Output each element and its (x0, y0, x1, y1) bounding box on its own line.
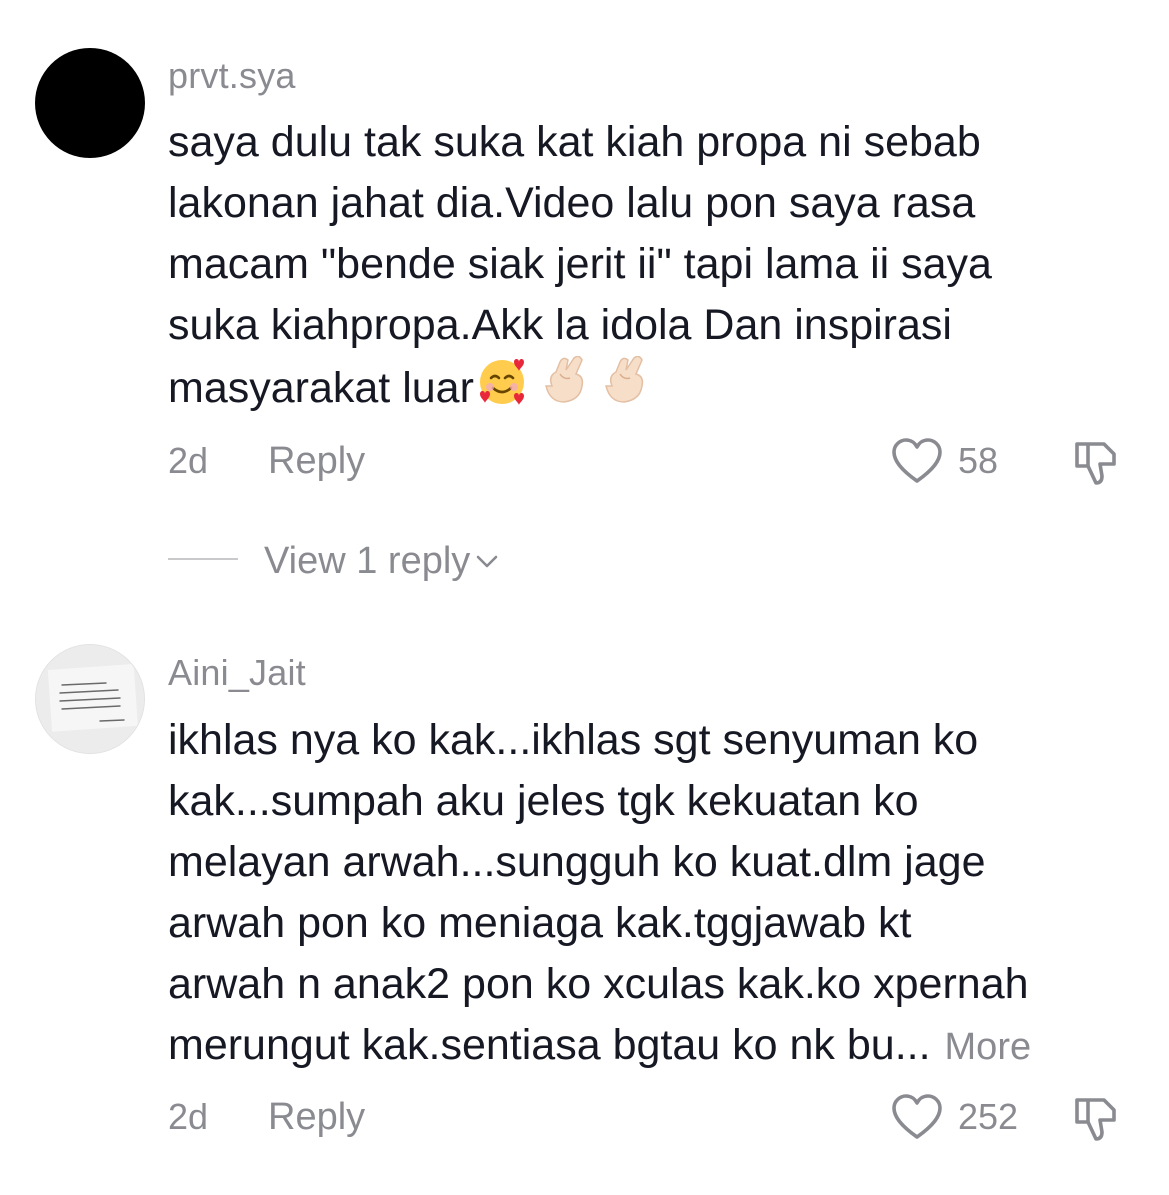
comment-line: lakonan jahat dia.Video lalu pon saya ra… (168, 179, 976, 227)
heart-icon[interactable] (890, 436, 944, 491)
comment-line-last: merungut kak.sentiasa bgtau ko nk bu... M… (168, 1015, 1128, 1078)
comment-text: ikhlas nya ko kak...ikhlas sgt senyuman … (168, 710, 1128, 1078)
comment-username[interactable]: prvt.sya (168, 55, 296, 97)
hand-with-index-finger-and-thumb-crossed-emoji (602, 355, 648, 425)
comment-line: suka kiahpropa.Akk la idola Dan inspiras… (168, 301, 952, 349)
like-count: 58 (958, 440, 999, 481)
comment-line: merungut kak.sentiasa bgtau ko nk bu (168, 1021, 895, 1069)
comment-1: prvt.sya saya dulu tak suka kat kiah pro… (0, 0, 1169, 600)
comment-line: masyarakat luar (168, 364, 474, 412)
reply-button[interactable]: Reply (268, 1096, 365, 1139)
view-replies-text: View 1 reply (264, 540, 471, 582)
comment-line: saya dulu tak suka kat kiah propa ni seb… (168, 118, 981, 166)
thumbs-down-icon[interactable] (1070, 436, 1124, 495)
smiling-face-with-hearts-emoji (476, 356, 528, 425)
comment-line: arwah n anak2 pon ko xculas kak.ko xpern… (168, 960, 1029, 1008)
divider-line (168, 558, 238, 560)
view-replies-label[interactable]: View 1 reply (264, 536, 498, 583)
thumbs-down-icon[interactable] (1070, 1092, 1124, 1151)
comment-line: arwah pon ko meniaga kak.tggjawab kt (168, 899, 912, 947)
comment-line: melayan arwah...sungguh ko kuat.dlm jage (168, 838, 986, 886)
comment-line: macam "bende siak jerit ii" tapi lama ii… (168, 240, 992, 288)
heart-icon[interactable] (890, 1092, 944, 1147)
comment-actions: 2d Reply 58 (168, 436, 1128, 486)
comment-username[interactable]: Aini_Jait (168, 652, 306, 694)
avatar[interactable] (35, 48, 145, 158)
comment-line: ikhlas nya ko kak...ikhlas sgt senyuman … (168, 716, 979, 764)
avatar[interactable] (35, 644, 145, 754)
chevron-down-icon (476, 536, 498, 579)
view-replies-button[interactable]: View 1 reply (168, 533, 568, 583)
comment-line-last: masyarakat luar (168, 355, 1128, 425)
hand-with-index-finger-and-thumb-crossed-emoji (542, 355, 588, 425)
comment-line: kak...sumpah aku jeles tgk kekuatan ko (168, 777, 919, 825)
comment-time: 2d (168, 1096, 209, 1137)
comment-text: saya dulu tak suka kat kiah propa ni seb… (168, 112, 1128, 425)
comment-time: 2d (168, 440, 209, 481)
more-link[interactable]: More (945, 1026, 1032, 1068)
like-count: 252 (958, 1096, 1019, 1137)
comment-2: Aini_Jait ikhlas nya ko kak...ikhlas sgt… (0, 630, 1169, 1190)
comment-actions: 2d Reply 252 (168, 1092, 1128, 1142)
truncation-ellipsis: ... (894, 1021, 931, 1069)
reply-button[interactable]: Reply (268, 440, 365, 483)
